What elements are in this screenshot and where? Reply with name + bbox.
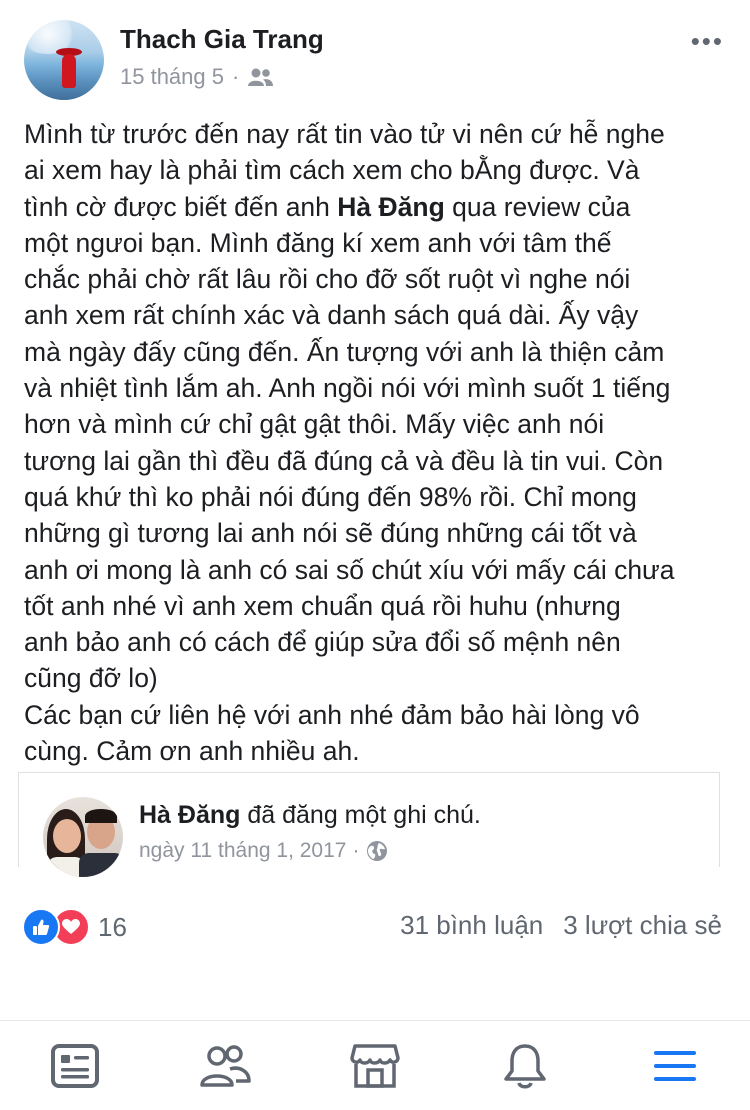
news-feed-icon [51, 1043, 99, 1088]
friends-icon [200, 1044, 251, 1087]
author-avatar[interactable] [24, 20, 104, 100]
shared-author-name[interactable]: Hà Đăng [139, 801, 240, 829]
shared-action: đã đăng một ghi chú. [240, 801, 481, 829]
nav-marketplace[interactable] [335, 1026, 415, 1106]
shared-title: Hà Đăng đã đăng một ghi chú. [139, 801, 481, 830]
menu-icon [654, 1050, 696, 1081]
comments-count[interactable]: 31 bình luận [400, 910, 543, 941]
reaction-count: 16 [98, 911, 127, 942]
shared-note-card[interactable]: Hà Đăng đã đăng một ghi chú. ngày 11 thá… [18, 772, 720, 877]
shared-date[interactable]: ngày 11 tháng 1, 2017 [139, 839, 346, 863]
thumbs-up-icon [33, 919, 50, 935]
globe-icon [367, 841, 388, 861]
post-meta: 15 tháng 5 · [120, 64, 274, 90]
avatar-hair-right [85, 809, 117, 823]
like-reaction-icon [22, 908, 60, 946]
nav-friends[interactable] [185, 1026, 265, 1106]
friends-icon[interactable] [247, 67, 274, 87]
reactions-summary[interactable]: 16 [22, 908, 127, 946]
notifications-icon [504, 1043, 546, 1088]
avatar-face-left [53, 819, 81, 853]
engagement-counts: 31 bình luận 3 lượt chia sẻ [400, 910, 722, 941]
meta-separator: · [231, 64, 240, 89]
tagged-name[interactable]: Hà Đăng [337, 192, 445, 222]
author-name[interactable]: Thach Gia Trang [120, 24, 324, 55]
avatar-shirt-right [79, 853, 123, 877]
shared-author-avatar[interactable] [43, 797, 123, 877]
shares-count[interactable]: 3 lượt chia sẻ [563, 910, 722, 941]
nav-news-feed[interactable] [35, 1026, 115, 1106]
shared-meta: ngày 11 tháng 1, 2017 · [139, 839, 389, 863]
bottom-navigation [0, 1020, 750, 1110]
nav-menu[interactable] [635, 1026, 715, 1106]
post-date[interactable]: 15 tháng 5 [120, 64, 224, 90]
avatar-figure [62, 54, 76, 88]
nav-notifications[interactable] [485, 1026, 565, 1106]
post-text-part-2: qua review của một ngưoi bạn. Mình đăng … [24, 191, 675, 767]
marketplace-icon [350, 1043, 400, 1088]
post-body: Mình từ trước đến nay rất tin vào tử vi … [24, 116, 734, 769]
heart-icon [62, 919, 80, 934]
shared-separator: · [352, 839, 360, 862]
post-header: Thach Gia Trang 15 tháng 5 · ••• [24, 20, 734, 100]
more-options-icon[interactable]: ••• [691, 28, 724, 54]
